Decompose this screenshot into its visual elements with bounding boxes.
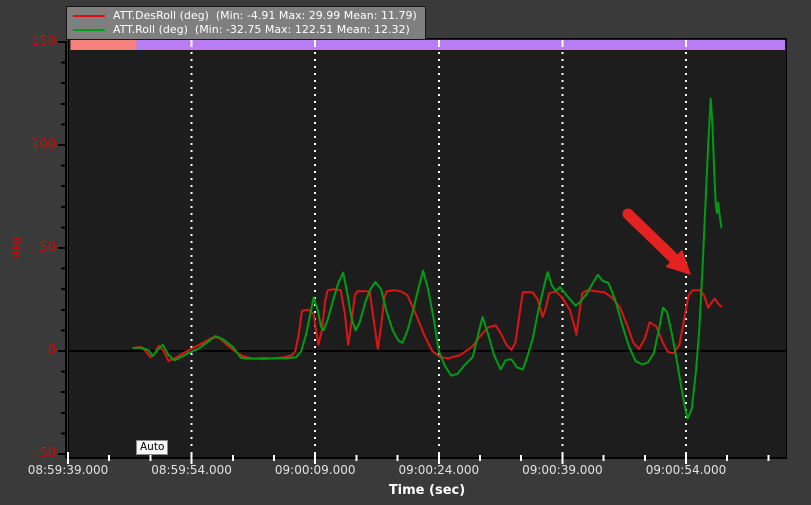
desroll-line-sample-icon bbox=[73, 15, 105, 17]
y-tick-label: 150 bbox=[31, 34, 56, 49]
axis-ticks bbox=[58, 41, 787, 464]
x-tick-label: 08:59:39.000 bbox=[27, 463, 109, 477]
y-tick-label: 50 bbox=[39, 240, 56, 255]
legend: ATT.DesRoll (deg) (Min: -4.91 Max: 29.99… bbox=[66, 6, 426, 40]
roll-line-sample-icon bbox=[73, 29, 105, 31]
y-tick-label: -50 bbox=[34, 446, 56, 461]
x-axis-title: Time (sec) bbox=[388, 483, 466, 498]
y-tick-label: 100 bbox=[31, 137, 56, 152]
legend-row: ATT.DesRoll (deg) (Min: -4.91 Max: 29.99… bbox=[73, 9, 417, 23]
auto-button[interactable]: Auto bbox=[136, 440, 169, 455]
series-att-roll bbox=[132, 97, 723, 420]
legend-label-desroll: ATT.DesRoll (deg) (Min: -4.91 Max: 29.99… bbox=[113, 9, 417, 22]
mavexplorer-graph-window: ATT.DesRoll (deg) (Min: -4.91 Max: 29.99… bbox=[0, 0, 811, 505]
x-tick-label: 09:00:54.000 bbox=[645, 463, 727, 477]
legend-row: ATT.Roll (deg) (Min: -32.75 Max: 122.51 … bbox=[73, 23, 417, 37]
x-tick-label: 09:00:24.000 bbox=[398, 463, 480, 477]
legend-label-roll: ATT.Roll (deg) (Min: -32.75 Max: 122.51 … bbox=[113, 23, 410, 36]
y-tick-label: 0 bbox=[47, 343, 56, 358]
x-tick-label: 09:00:09.000 bbox=[274, 463, 356, 477]
mode-bar bbox=[70, 40, 785, 50]
gridlines bbox=[190, 40, 687, 446]
x-tick-label: 09:00:39.000 bbox=[522, 463, 603, 477]
plot-canvas[interactable] bbox=[0, 0, 811, 505]
annotation-arrow bbox=[622, 208, 691, 275]
x-tick-label: 08:59:54.000 bbox=[151, 463, 232, 477]
